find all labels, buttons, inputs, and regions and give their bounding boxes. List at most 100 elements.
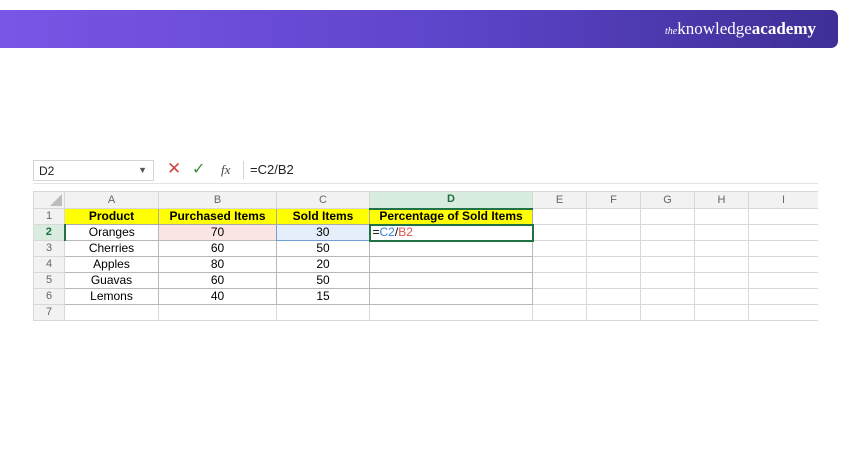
cell-a4[interactable]: Apples: [64, 256, 159, 273]
formula-input[interactable]: =C2/B2: [250, 162, 294, 177]
cell-h2[interactable]: [694, 224, 749, 242]
cell-c2[interactable]: 30: [276, 224, 370, 242]
cell-e5[interactable]: [532, 271, 587, 289]
cell-e3[interactable]: [532, 240, 587, 257]
column-header-e[interactable]: E: [532, 190, 587, 210]
cell-b4[interactable]: 80: [158, 256, 277, 273]
cell-e4[interactable]: [532, 256, 587, 273]
cell-c4[interactable]: 20: [276, 256, 370, 273]
brand-knowledge: knowledge: [677, 19, 752, 38]
cell-i5[interactable]: [748, 271, 818, 289]
select-all-corner[interactable]: [33, 190, 65, 210]
row-header-2[interactable]: 2: [33, 224, 66, 242]
cell-i4[interactable]: [748, 256, 818, 273]
cell-c1[interactable]: Sold Items: [276, 208, 370, 226]
column-header-i[interactable]: I: [748, 190, 818, 210]
column-header-h[interactable]: H: [694, 190, 749, 210]
cell-e7[interactable]: [532, 303, 587, 321]
cell-b1[interactable]: Purchased Items: [158, 208, 277, 226]
chevron-down-icon[interactable]: ▼: [138, 165, 147, 175]
cell-h3[interactable]: [694, 240, 749, 257]
cell-g2[interactable]: [640, 224, 695, 242]
cell-h4[interactable]: [694, 256, 749, 273]
table-row: 7: [33, 303, 818, 321]
cell-b6[interactable]: 40: [158, 287, 277, 305]
cell-f6[interactable]: [586, 287, 641, 305]
row-header-6[interactable]: 6: [33, 287, 65, 305]
column-header-g[interactable]: G: [640, 190, 695, 210]
table-row: 3 Cherries 60 50: [33, 240, 818, 257]
cell-g3[interactable]: [640, 240, 695, 257]
column-header-a[interactable]: A: [64, 190, 159, 210]
formula-ref-c2: C2: [379, 225, 395, 240]
cell-c6[interactable]: 15: [276, 287, 370, 305]
row-header-7[interactable]: 7: [33, 303, 65, 321]
column-header-row: A B C D E F G H I: [33, 190, 818, 210]
cell-f1[interactable]: [586, 208, 641, 226]
cell-c3[interactable]: 50: [276, 240, 370, 257]
column-header-d[interactable]: D: [369, 190, 533, 210]
row-header-5[interactable]: 5: [33, 271, 65, 289]
table-row: 5 Guavas 60 50: [33, 271, 818, 289]
cell-f2[interactable]: [586, 224, 641, 242]
cell-d1[interactable]: Percentage of Sold Items: [369, 208, 533, 226]
cell-a3[interactable]: Cherries: [64, 240, 159, 257]
column-header-f[interactable]: F: [586, 190, 641, 210]
cell-i2[interactable]: [748, 224, 818, 242]
table-row: 2 Oranges 70 30 =C2/B2: [33, 223, 818, 242]
name-box[interactable]: D2 ▼: [33, 160, 154, 181]
excel-window: D2 ▼ ✕ ✓ fx =C2/B2 A B C D E F G H I 1 P: [33, 157, 818, 321]
table-row: 4 Apples 80 20: [33, 256, 818, 273]
cell-f4[interactable]: [586, 256, 641, 273]
cell-c7[interactable]: [276, 303, 370, 321]
cell-i3[interactable]: [748, 240, 818, 257]
cell-a7[interactable]: [64, 303, 159, 321]
cell-f5[interactable]: [586, 271, 641, 289]
cell-d5[interactable]: [369, 271, 533, 289]
cell-f7[interactable]: [586, 303, 641, 321]
cell-e6[interactable]: [532, 287, 587, 305]
cell-g1[interactable]: [640, 208, 695, 226]
cell-i7[interactable]: [748, 303, 818, 321]
cell-d2-editing[interactable]: =C2/B2: [368, 223, 534, 242]
cell-b5[interactable]: 60: [158, 271, 277, 289]
cell-d6[interactable]: [369, 287, 533, 305]
cell-a2[interactable]: Oranges: [64, 224, 159, 242]
cell-d3[interactable]: [369, 240, 533, 257]
cell-g7[interactable]: [640, 303, 695, 321]
enter-icon[interactable]: ✓: [192, 159, 205, 179]
cell-e2[interactable]: [532, 224, 587, 242]
cell-e1[interactable]: [532, 208, 587, 226]
cell-h5[interactable]: [694, 271, 749, 289]
column-header-c[interactable]: C: [276, 190, 370, 210]
cell-g5[interactable]: [640, 271, 695, 289]
cell-b3[interactable]: 60: [158, 240, 277, 257]
brand-prefix: the: [664, 26, 678, 37]
insert-function-icon[interactable]: fx: [221, 162, 230, 178]
cell-a6[interactable]: Lemons: [64, 287, 159, 305]
cell-b7[interactable]: [158, 303, 277, 321]
select-all-icon: [50, 194, 62, 207]
cell-i1[interactable]: [748, 208, 818, 226]
cell-a5[interactable]: Guavas: [64, 271, 159, 289]
cell-c5[interactable]: 50: [276, 271, 370, 289]
cell-h1[interactable]: [694, 208, 749, 226]
cell-f3[interactable]: [586, 240, 641, 257]
cell-h7[interactable]: [694, 303, 749, 321]
row-header-1[interactable]: 1: [33, 208, 65, 226]
brand-banner: theknowledgeacademy: [0, 10, 838, 48]
cell-i6[interactable]: [748, 287, 818, 305]
column-header-b[interactable]: B: [158, 190, 277, 210]
row-header-3[interactable]: 3: [33, 240, 65, 257]
row-header-4[interactable]: 4: [33, 256, 65, 273]
cell-d7[interactable]: [369, 303, 533, 321]
cell-b2[interactable]: 70: [158, 224, 277, 242]
cell-a1[interactable]: Product: [64, 208, 159, 226]
cell-d4[interactable]: [369, 256, 533, 273]
cell-g4[interactable]: [640, 256, 695, 273]
cancel-icon[interactable]: ✕: [167, 159, 181, 179]
cell-g6[interactable]: [640, 287, 695, 305]
formula-bar: D2 ▼ ✕ ✓ fx =C2/B2: [33, 157, 818, 184]
formula-ref-b2: B2: [398, 225, 413, 240]
cell-h6[interactable]: [694, 287, 749, 305]
